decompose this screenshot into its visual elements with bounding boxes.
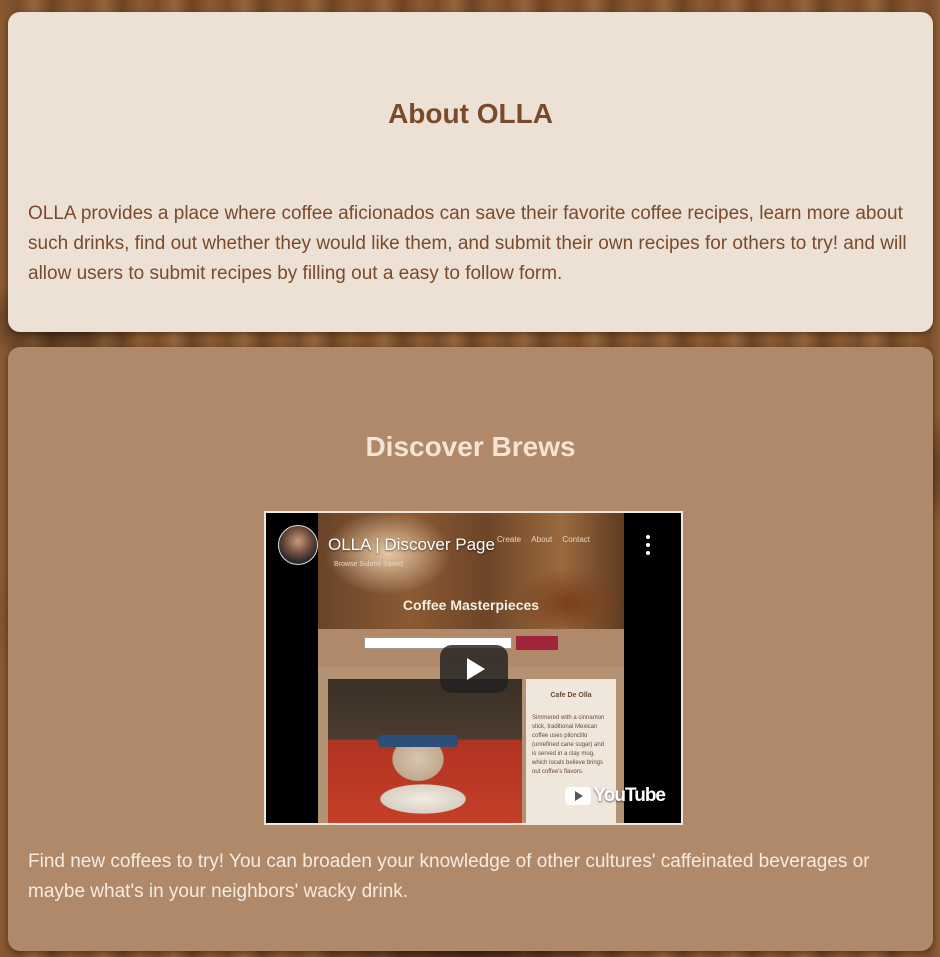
thumbnail-card-title: Cafe De Olla bbox=[550, 692, 592, 699]
video-title[interactable]: OLLA | Discover Page bbox=[328, 535, 495, 555]
mug-band bbox=[378, 735, 458, 747]
channel-avatar[interactable] bbox=[278, 525, 318, 565]
discover-description: Find new coffees to try! You can broaden… bbox=[28, 851, 870, 902]
thumbnail-nav: Create About Contact bbox=[489, 535, 590, 544]
about-description: OLLA provides a place where coffee afici… bbox=[28, 203, 907, 284]
video-embed[interactable]: Create About Contact Browse Submit Saved… bbox=[264, 511, 683, 825]
thumbnail-nav-create: Create bbox=[497, 535, 522, 544]
more-options-icon[interactable] bbox=[645, 535, 651, 555]
play-button-icon[interactable] bbox=[440, 645, 508, 693]
discover-section: Discover Brews Create About Contact Brow… bbox=[8, 347, 933, 951]
thumbnail-nav-contact: Contact bbox=[562, 535, 590, 544]
thumbnail-nav-about: About bbox=[531, 535, 553, 544]
youtube-logo[interactable]: YouTube bbox=[564, 785, 666, 807]
youtube-logo-text: YouTube bbox=[593, 785, 666, 806]
thumbnail-subnav: Browse Submit Saved bbox=[334, 561, 403, 568]
coffee-mug-photo bbox=[328, 679, 522, 823]
about-title: About OLLA bbox=[388, 98, 553, 129]
discover-title: Discover Brews bbox=[365, 431, 576, 462]
thumbnail-heading: Coffee Masterpieces bbox=[402, 597, 540, 613]
about-section: About OLLA OLLA provides a place where c… bbox=[8, 12, 933, 332]
thumbnail-card-text: Simmered with a cinnamon stick, traditio… bbox=[532, 715, 605, 775]
thumbnail-search-button bbox=[516, 636, 558, 650]
youtube-play-icon bbox=[564, 787, 591, 805]
